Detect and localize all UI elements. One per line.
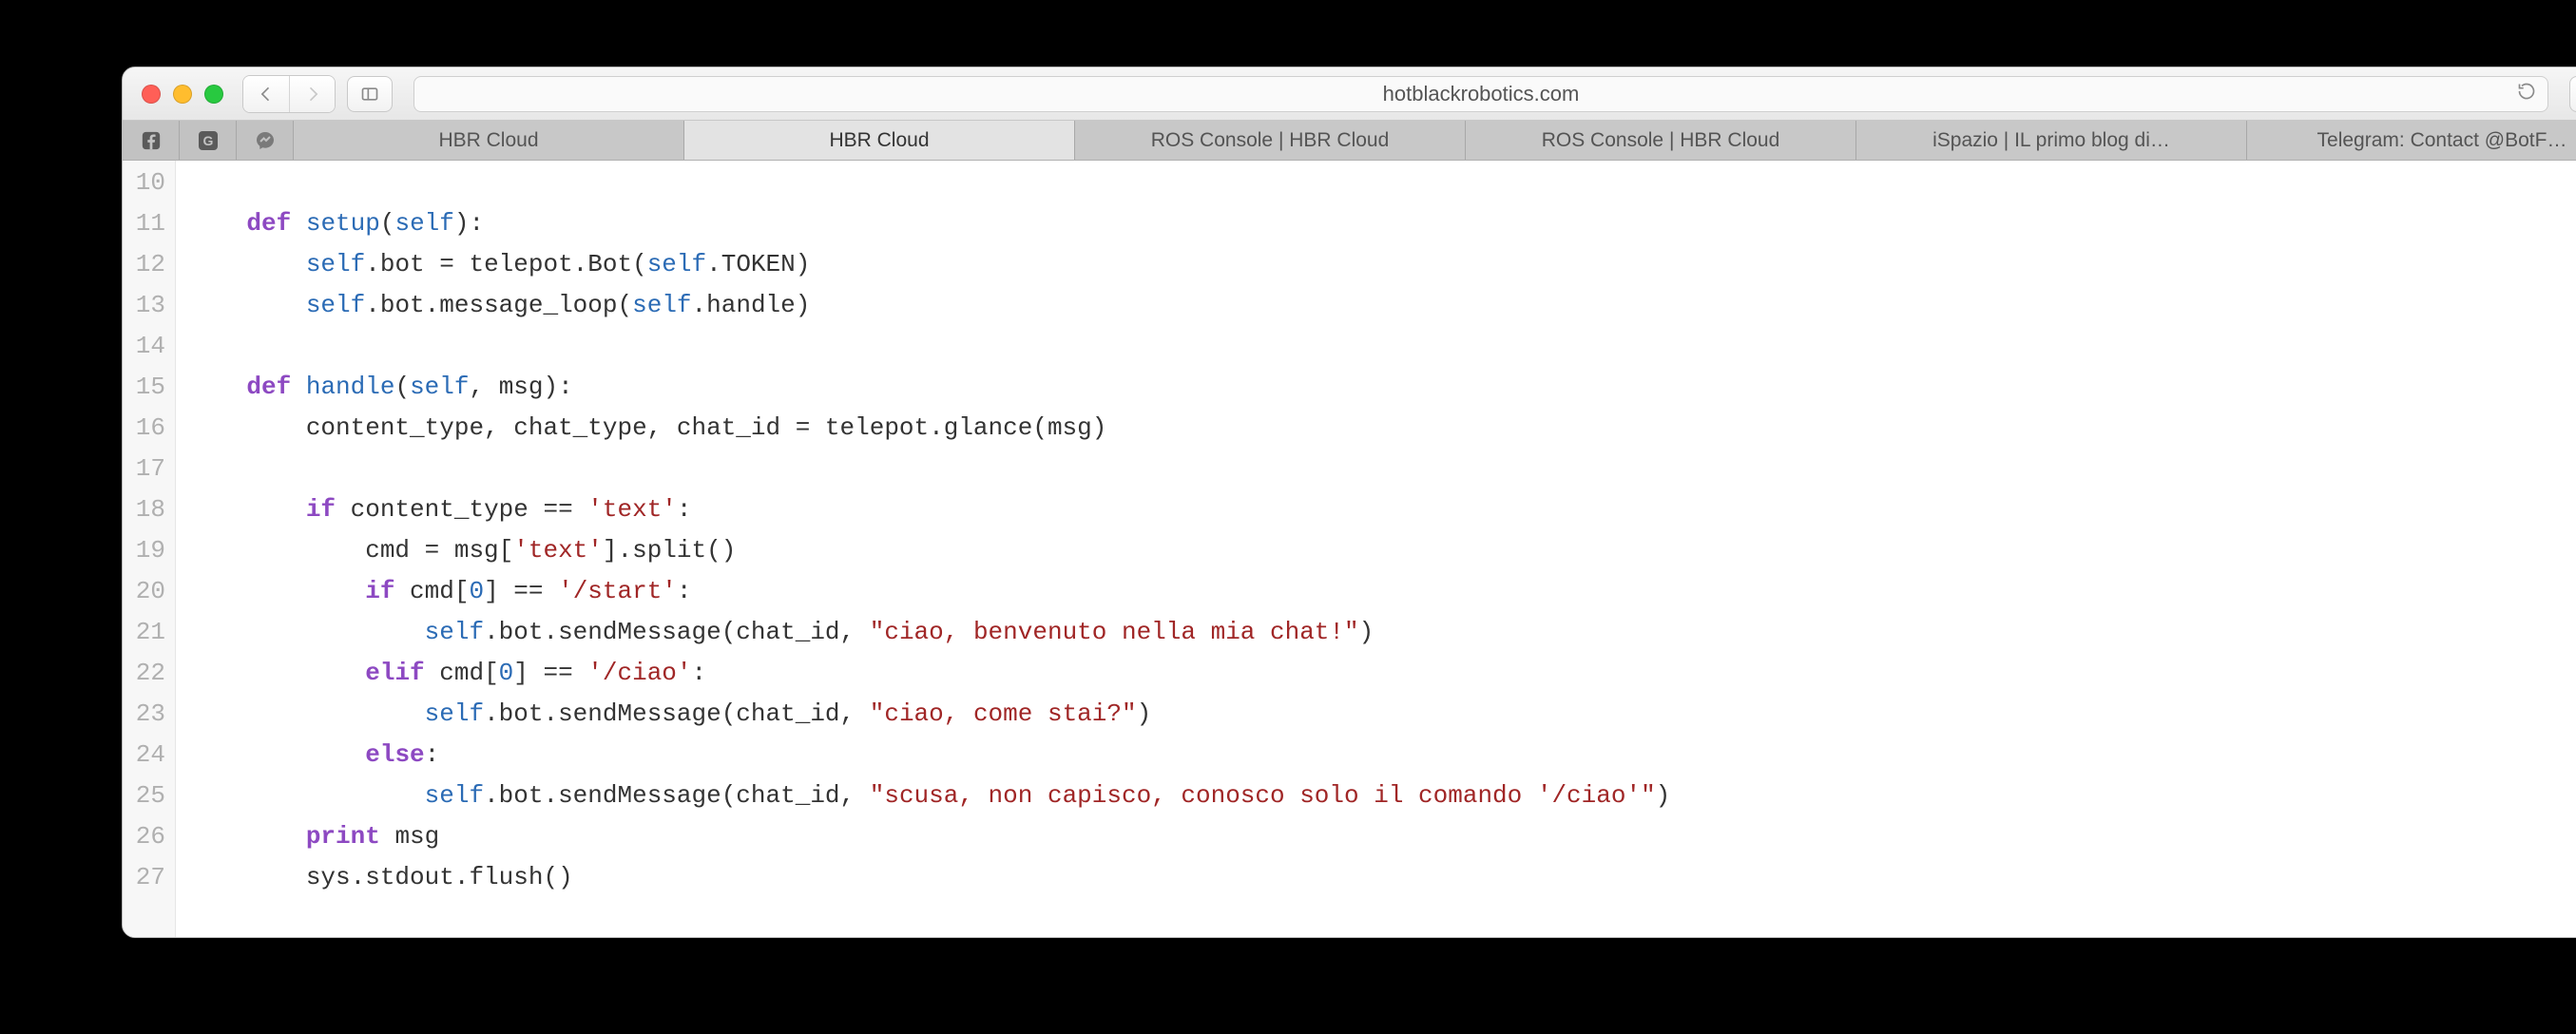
- code-line: else:: [176, 735, 2576, 776]
- line-number-gutter: 101112131415161718192021222324252627: [123, 161, 176, 937]
- chevron-left-icon: [257, 85, 276, 104]
- tab-bar: G HBR Cloud HBR Cloud ROS Console | HBR Cl…: [123, 121, 2576, 161]
- line-number: 22: [123, 653, 175, 694]
- code-line: cmd = msg['text'].split(): [176, 530, 2576, 571]
- tab-label: Telegram: Contact @BotF…: [2317, 129, 2567, 152]
- tab-label: ROS Console | HBR Cloud: [1542, 129, 1780, 152]
- tab[interactable]: ROS Console | HBR Cloud: [1075, 121, 1466, 160]
- google-icon: G: [197, 129, 220, 152]
- line-number: 27: [123, 857, 175, 898]
- titlebar: hotblackrobotics.com: [123, 67, 2576, 121]
- line-number: 21: [123, 612, 175, 653]
- tab-label: ROS Console | HBR Cloud: [1151, 129, 1390, 152]
- sidebar-toggle-button[interactable]: [347, 76, 393, 112]
- line-number: 11: [123, 203, 175, 244]
- code-line: def handle(self, msg):: [176, 367, 2576, 408]
- code-line: content_type, chat_type, chat_id = telep…: [176, 408, 2576, 449]
- tab[interactable]: Telegram: Contact @BotF…: [2247, 121, 2576, 160]
- reload-button[interactable]: [2517, 82, 2536, 106]
- svg-text:G: G: [202, 133, 213, 148]
- toolbar-right: [2569, 76, 2576, 112]
- code-line: if cmd[0] == '/start':: [176, 571, 2576, 612]
- code-line: def setup(self):: [176, 203, 2576, 244]
- forward-button[interactable]: [289, 76, 335, 112]
- nav-buttons: [242, 75, 336, 113]
- code-line: self.bot.sendMessage(chat_id, "ciao, com…: [176, 694, 2576, 735]
- line-number: 23: [123, 694, 175, 735]
- tab[interactable]: HBR Cloud: [684, 121, 1075, 160]
- facebook-icon: [141, 130, 162, 151]
- address-domain: hotblackrobotics.com: [1383, 82, 1580, 106]
- line-number: 17: [123, 449, 175, 489]
- chevron-right-icon: [303, 85, 322, 104]
- code-editor[interactable]: def setup(self): self.bot = telepot.Bot(…: [176, 161, 2576, 937]
- line-number: 19: [123, 530, 175, 571]
- code-line: self.bot.sendMessage(chat_id, "scusa, no…: [176, 776, 2576, 816]
- code-line: self.bot.sendMessage(chat_id, "ciao, ben…: [176, 612, 2576, 653]
- tab[interactable]: ROS Console | HBR Cloud: [1466, 121, 1856, 160]
- minimize-window-button[interactable]: [173, 85, 192, 104]
- code-line: elif cmd[0] == '/ciao':: [176, 653, 2576, 694]
- line-number: 24: [123, 735, 175, 776]
- pinned-tab-messenger[interactable]: [237, 121, 294, 160]
- code-line: [176, 326, 2576, 367]
- tab-label: HBR Cloud: [438, 129, 538, 152]
- messenger-icon: [254, 129, 277, 152]
- line-number: 15: [123, 367, 175, 408]
- address-bar[interactable]: hotblackrobotics.com: [413, 76, 2548, 112]
- pinned-tab-google[interactable]: G: [180, 121, 237, 160]
- code-line: self.bot.message_loop(self.handle): [176, 285, 2576, 326]
- code-line: self.bot = telepot.Bot(self.TOKEN): [176, 244, 2576, 285]
- line-number: 25: [123, 776, 175, 816]
- page-content: 101112131415161718192021222324252627 def…: [123, 161, 2576, 937]
- line-number: 14: [123, 326, 175, 367]
- code-line: sys.stdout.flush(): [176, 857, 2576, 898]
- line-number: 18: [123, 489, 175, 530]
- tab[interactable]: HBR Cloud: [294, 121, 684, 160]
- close-window-button[interactable]: [142, 85, 161, 104]
- line-number: 13: [123, 285, 175, 326]
- code-line: [176, 163, 2576, 203]
- code-line: if content_type == 'text':: [176, 489, 2576, 530]
- share-button[interactable]: [2569, 76, 2576, 112]
- line-number: 12: [123, 244, 175, 285]
- line-number: 16: [123, 408, 175, 449]
- browser-window: hotblackrobotics.com: [122, 67, 2576, 938]
- line-number: 20: [123, 571, 175, 612]
- line-number: 10: [123, 163, 175, 203]
- window-controls: [136, 85, 231, 104]
- tab-label: HBR Cloud: [829, 129, 929, 152]
- fullscreen-window-button[interactable]: [204, 85, 223, 104]
- pinned-tab-facebook[interactable]: [123, 121, 180, 160]
- tab-label: iSpazio | IL primo blog di…: [1932, 129, 2170, 152]
- reload-icon: [2517, 82, 2536, 101]
- line-number: 26: [123, 816, 175, 857]
- code-line: [176, 449, 2576, 489]
- code-line: print msg: [176, 816, 2576, 857]
- back-button[interactable]: [243, 76, 289, 112]
- tab[interactable]: iSpazio | IL primo blog di…: [1856, 121, 2247, 160]
- sidebar-icon: [360, 85, 379, 104]
